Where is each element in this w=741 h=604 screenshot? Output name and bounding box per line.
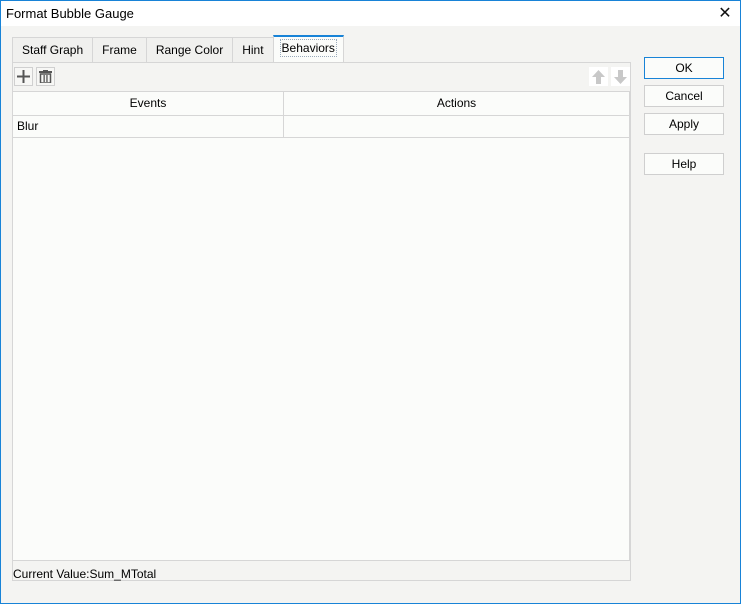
tab-label: Behaviors bbox=[279, 39, 337, 57]
tab-label: Hint bbox=[242, 43, 264, 57]
close-button[interactable]: ✕ bbox=[714, 3, 736, 23]
title-bar: Format Bubble Gauge ✕ bbox=[1, 1, 740, 26]
dialog-title: Format Bubble Gauge bbox=[6, 6, 134, 21]
move-up-button[interactable] bbox=[589, 67, 608, 86]
table-header: Events Actions bbox=[13, 92, 629, 116]
tab-range-color[interactable]: Range Color bbox=[145, 37, 234, 63]
tab-behaviors[interactable]: Behaviors bbox=[272, 35, 344, 63]
tab-staff-graph[interactable]: Staff Graph bbox=[12, 37, 94, 63]
tab-hint[interactable]: Hint bbox=[232, 37, 274, 63]
format-bubble-gauge-dialog: Format Bubble Gauge ✕ Staff Graph Frame … bbox=[0, 0, 741, 604]
action-cell[interactable] bbox=[284, 116, 629, 137]
tab-label: Staff Graph bbox=[22, 43, 84, 57]
column-header-actions[interactable]: Actions bbox=[284, 92, 629, 115]
add-behavior-button[interactable] bbox=[14, 67, 33, 86]
arrow-down-icon bbox=[614, 69, 627, 84]
behaviors-table: Events Actions Blur bbox=[13, 91, 630, 561]
cancel-button[interactable]: Cancel bbox=[644, 85, 724, 107]
tab-frame[interactable]: Frame bbox=[92, 37, 147, 63]
table-row[interactable]: Blur bbox=[13, 116, 629, 138]
ok-button[interactable]: OK bbox=[644, 57, 724, 79]
tab-strip: Staff Graph Frame Range Color Hint Behav… bbox=[12, 35, 344, 63]
tab-label: Frame bbox=[102, 43, 137, 57]
close-icon: ✕ bbox=[718, 5, 732, 22]
column-header-events[interactable]: Events bbox=[13, 92, 284, 115]
help-button[interactable]: Help bbox=[644, 153, 724, 175]
apply-button[interactable]: Apply bbox=[644, 113, 724, 135]
delete-behavior-button[interactable] bbox=[36, 67, 55, 86]
plus-icon bbox=[17, 70, 30, 83]
event-cell[interactable]: Blur bbox=[13, 116, 284, 137]
arrow-up-icon bbox=[592, 69, 605, 84]
tab-label: Range Color bbox=[155, 43, 224, 57]
trash-icon bbox=[39, 70, 52, 83]
table-right-border bbox=[629, 91, 631, 561]
behaviors-panel: Events Actions Blur Current Value:Sum_MT… bbox=[12, 62, 631, 581]
move-down-button[interactable] bbox=[611, 67, 630, 86]
current-value-label: Current Value:Sum_MTotal bbox=[13, 567, 157, 581]
